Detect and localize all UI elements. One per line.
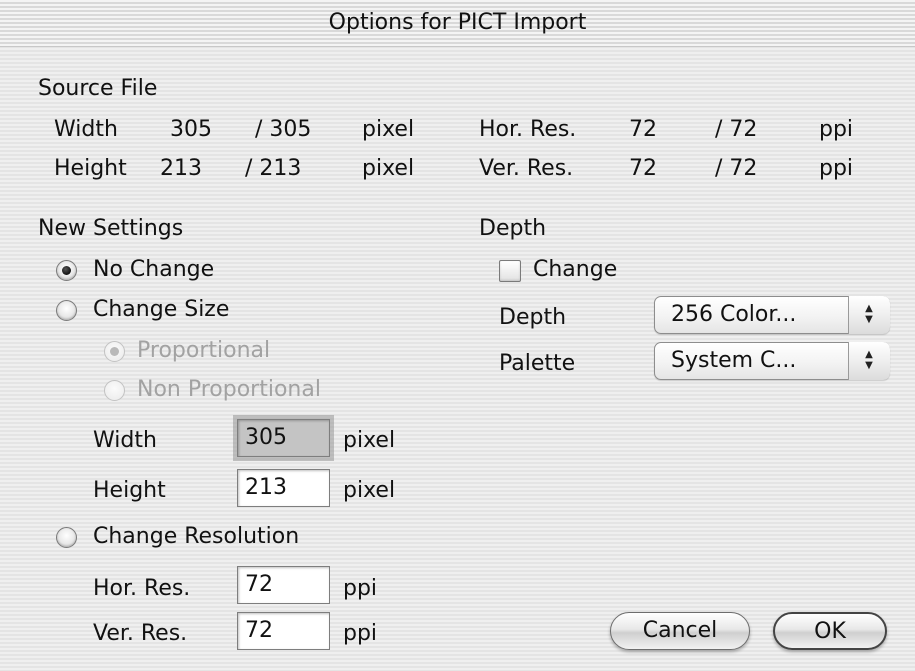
- new-width-label: Width: [93, 428, 157, 453]
- new-vres-label: Ver. Res.: [93, 621, 188, 646]
- source-width-value: 305: [170, 117, 212, 142]
- up-arrow-icon: ▲: [865, 303, 873, 314]
- up-arrow-icon: ▲: [865, 349, 873, 360]
- ok-button[interactable]: OK: [773, 612, 887, 650]
- new-vres-unit: ppi: [343, 621, 378, 646]
- down-arrow-icon: ▼: [865, 314, 873, 325]
- source-height-value: 213: [160, 156, 202, 181]
- new-height-unit: pixel: [343, 478, 396, 503]
- palette-select-label: Palette: [499, 351, 576, 376]
- depth-select[interactable]: 256 Color... ▲ ▼: [654, 296, 890, 334]
- change-size-radio[interactable]: [56, 300, 77, 321]
- change-depth-label[interactable]: Change: [533, 256, 617, 284]
- change-depth-checkbox[interactable]: [499, 260, 521, 282]
- new-hres-field[interactable]: 72: [237, 566, 330, 604]
- source-width-unit: pixel: [362, 117, 415, 142]
- non-proportional-label[interactable]: Non Proportional: [137, 376, 321, 404]
- source-vres-unit: ppi: [819, 156, 854, 181]
- title-bar[interactable]: Options for PICT Import: [0, 0, 915, 47]
- source-vres-original: / 72: [715, 156, 758, 181]
- source-vres-value: 72: [629, 156, 657, 181]
- source-hres-value: 72: [629, 117, 657, 142]
- new-height-label: Height: [93, 478, 166, 503]
- source-vres-label: Ver. Res.: [479, 156, 574, 181]
- cancel-button[interactable]: Cancel: [610, 612, 750, 650]
- source-hres-unit: ppi: [819, 117, 854, 142]
- new-height-field[interactable]: 213: [237, 469, 330, 507]
- no-change-radio[interactable]: [56, 260, 77, 281]
- palette-select[interactable]: System C... ▲ ▼: [654, 342, 890, 380]
- source-height-unit: pixel: [362, 156, 415, 181]
- depth-select-label: Depth: [499, 305, 567, 330]
- source-height-original: / 213: [245, 156, 302, 181]
- source-width-original: / 305: [255, 117, 312, 142]
- no-change-label[interactable]: No Change: [93, 256, 214, 284]
- depth-heading: Depth: [479, 216, 547, 241]
- source-width-label: Width: [54, 117, 118, 142]
- source-hres-label: Hor. Res.: [479, 117, 577, 142]
- new-width-field[interactable]: 305: [233, 415, 334, 461]
- non-proportional-radio[interactable]: [104, 380, 125, 401]
- proportional-radio[interactable]: [104, 341, 125, 362]
- new-width-unit: pixel: [343, 428, 396, 453]
- palette-select-value: System C...: [671, 348, 797, 373]
- new-settings-heading: New Settings: [38, 216, 184, 241]
- change-resolution-radio[interactable]: [56, 527, 77, 548]
- new-hres-unit: ppi: [343, 576, 378, 601]
- proportional-label[interactable]: Proportional: [137, 337, 270, 365]
- depth-select-arrows[interactable]: ▲ ▼: [848, 296, 890, 334]
- change-size-label[interactable]: Change Size: [93, 296, 229, 324]
- source-hres-original: / 72: [715, 117, 758, 142]
- new-vres-field[interactable]: 72: [237, 612, 330, 650]
- depth-select-value: 256 Color...: [671, 302, 797, 327]
- change-resolution-label[interactable]: Change Resolution: [93, 523, 299, 551]
- source-height-label: Height: [54, 156, 127, 181]
- palette-select-arrows[interactable]: ▲ ▼: [848, 342, 890, 380]
- new-hres-label: Hor. Res.: [93, 576, 191, 601]
- source-file-heading: Source File: [38, 76, 158, 101]
- down-arrow-icon: ▼: [865, 360, 873, 371]
- window-title: Options for PICT Import: [328, 10, 587, 35]
